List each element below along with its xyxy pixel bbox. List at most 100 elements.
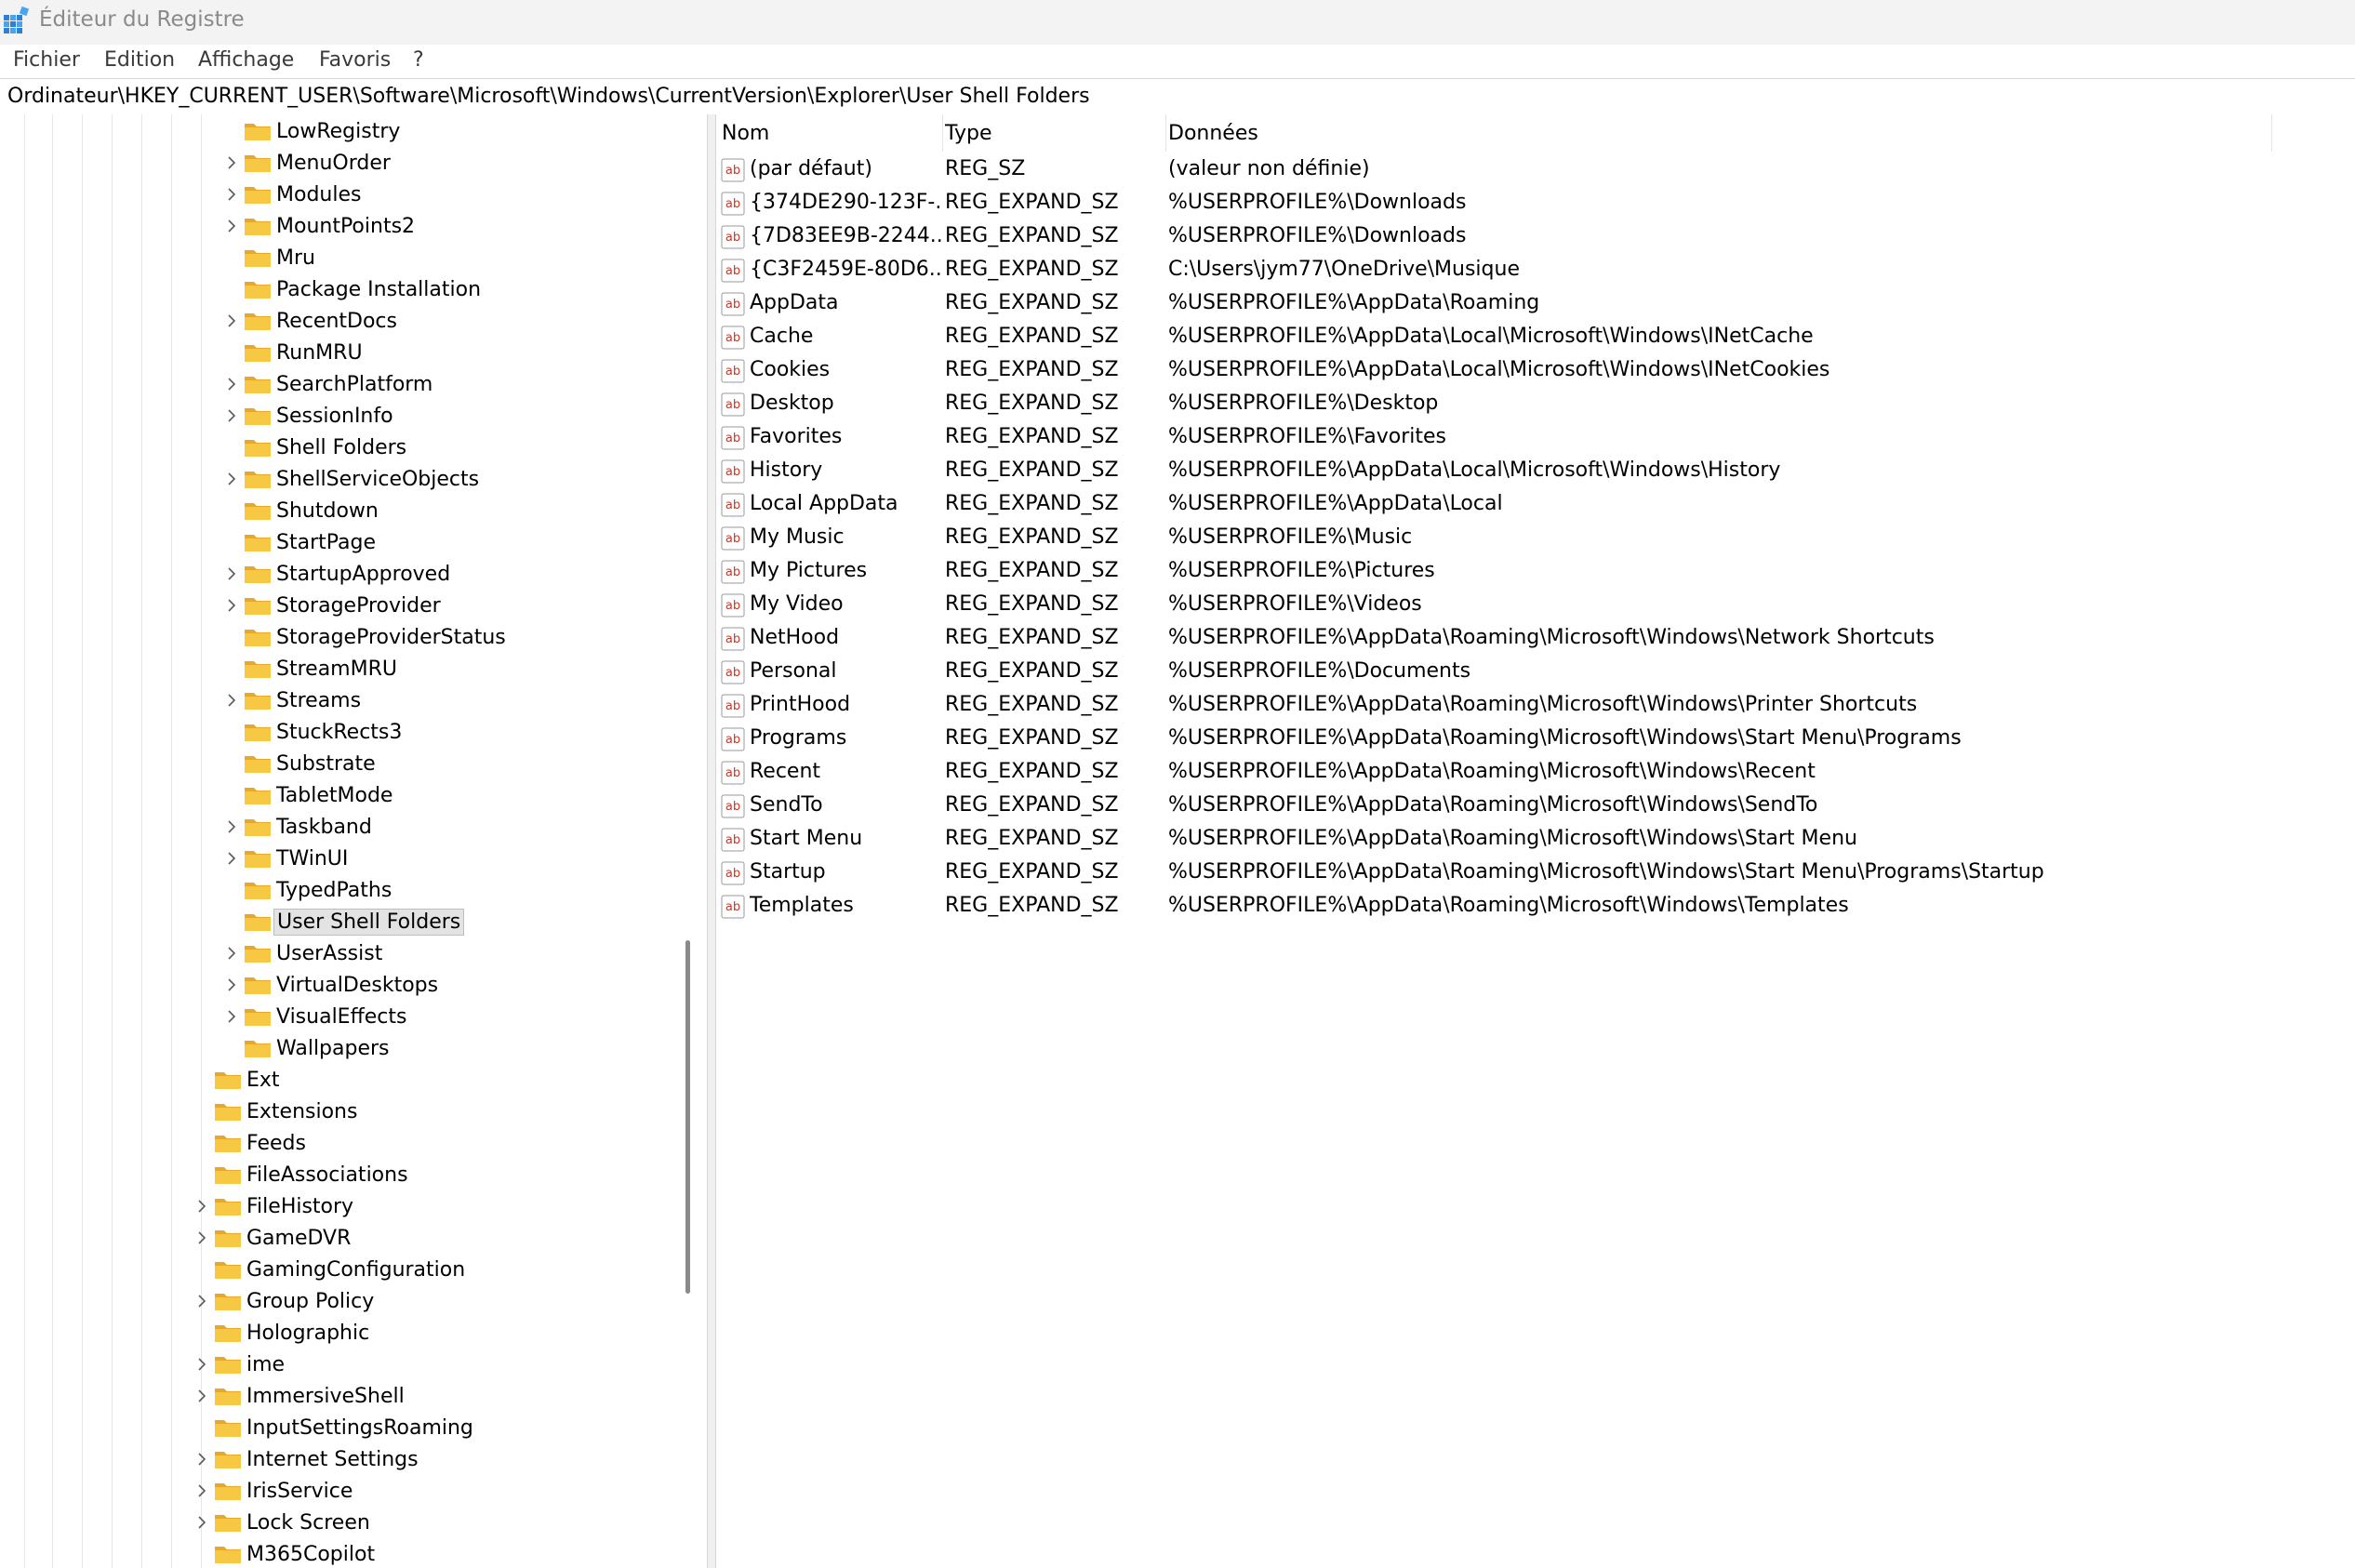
tree-item[interactable]: StorageProvider [0,591,698,622]
menu-favoris[interactable]: Favoris [319,48,391,72]
tree-item[interactable]: FileHistory [0,1191,698,1223]
value-row[interactable]: ab Startup REG_EXPAND_SZ %USERPROFILE%\AppD… [716,857,2355,890]
tree-item[interactable]: MenuOrder [0,148,698,179]
tree-item[interactable]: Shutdown [0,496,698,527]
value-row[interactable]: ab Programs REG_EXPAND_SZ %USERPROFILE%\App… [716,723,2355,756]
tree-item[interactable]: Taskband [0,812,698,844]
tree-item[interactable]: ImmersiveShell [0,1381,698,1413]
chevron-right-icon[interactable] [225,1007,238,1026]
tree-item[interactable]: Substrate [0,749,698,780]
column-separator[interactable] [1165,114,1166,152]
tree-item[interactable]: Shell Folders [0,432,698,464]
chevron-right-icon[interactable] [225,976,238,994]
tree-item[interactable]: Mru [0,243,698,274]
chevron-right-icon[interactable] [225,312,238,330]
tree-item[interactable]: Streams [0,685,698,717]
chevron-right-icon[interactable] [195,1450,208,1468]
value-row[interactable]: ab My Video REG_EXPAND_SZ %USERPROFILE%\Vid… [716,589,2355,622]
tree-item[interactable]: MountPoints2 [0,211,698,243]
value-row[interactable]: ab AppData REG_EXPAND_SZ %USERPROFILE%\AppD… [716,287,2355,321]
chevron-right-icon[interactable] [195,1292,208,1310]
tree-item[interactable]: Package Installation [0,274,698,306]
value-row[interactable]: ab My Pictures REG_EXPAND_SZ %USERPROFILE%\… [716,555,2355,589]
value-row[interactable]: ab Recent REG_EXPAND_SZ %USERPROFILE%\AppDa… [716,756,2355,790]
tree-item[interactable]: VirtualDesktops [0,970,698,1002]
value-row[interactable]: ab SendTo REG_EXPAND_SZ %USERPROFILE%\AppDa… [716,790,2355,823]
tree-item[interactable]: GameDVR [0,1223,698,1255]
tree-item[interactable]: ShellServiceObjects [0,464,698,496]
tree-item[interactable]: VisualEffects [0,1002,698,1033]
tree-item[interactable]: LowRegistry [0,116,698,148]
key-tree[interactable]: LowRegistry MenuOrder Modules MountPoints2 M… [0,114,707,1568]
column-header-type[interactable]: Type [945,114,992,152]
chevron-right-icon[interactable] [225,596,238,615]
value-row[interactable]: ab NetHood REG_EXPAND_SZ %USERPROFILE%\AppD… [716,622,2355,656]
tree-item[interactable]: M365Copilot [0,1539,698,1568]
column-separator[interactable] [942,114,943,152]
tree-item[interactable]: RecentDocs [0,306,698,338]
tree-item[interactable]: FileAssociations [0,1160,698,1191]
chevron-right-icon[interactable] [225,375,238,393]
tree-item[interactable]: StuckRects3 [0,717,698,749]
chevron-right-icon[interactable] [225,817,238,836]
tree-item[interactable]: InputSettingsRoaming [0,1413,698,1444]
tree-item[interactable]: StartPage [0,527,698,559]
tree-item[interactable]: Ext [0,1065,698,1096]
tree-item[interactable]: StorageProviderStatus [0,622,698,654]
tree-item[interactable]: SessionInfo [0,401,698,432]
value-row[interactable]: ab Cache REG_EXPAND_SZ %USERPROFILE%\AppDat… [716,321,2355,354]
menu-affichage[interactable]: Affichage [198,48,294,72]
tree-item[interactable]: UserAssist [0,938,698,970]
chevron-right-icon[interactable] [195,1513,208,1532]
column-header-nom[interactable]: Nom [722,114,769,152]
value-row[interactable]: ab PrintHood REG_EXPAND_SZ %USERPROFILE%\Ap… [716,689,2355,723]
value-row[interactable]: ab (par défaut) REG_SZ (valeur non définie) [716,153,2355,187]
tree-item[interactable]: Modules [0,179,698,211]
value-row[interactable]: ab My Music REG_EXPAND_SZ %USERPROFILE%\Mus… [716,522,2355,555]
pane-splitter[interactable] [707,114,716,1568]
chevron-right-icon[interactable] [225,470,238,488]
value-row[interactable]: ab Desktop REG_EXPAND_SZ %USERPROFILE%\Desk… [716,388,2355,421]
value-row[interactable]: ab Favorites REG_EXPAND_SZ %USERPROFILE%\Fa… [716,421,2355,455]
chevron-right-icon[interactable] [195,1229,208,1247]
menu-help[interactable]: ? [413,48,424,72]
chevron-right-icon[interactable] [225,217,238,235]
chevron-right-icon[interactable] [225,691,238,710]
tree-item[interactable]: Internet Settings [0,1444,698,1476]
chevron-right-icon[interactable] [225,944,238,963]
address-bar[interactable]: Ordinateur\HKEY_CURRENT_USER\Software\Mi… [0,78,2355,115]
value-row[interactable]: ab History REG_EXPAND_SZ %USERPROFILE%\AppD… [716,455,2355,488]
menu-fichier[interactable]: Fichier [13,48,80,72]
tree-item[interactable]: StartupApproved [0,559,698,591]
tree-item[interactable]: IrisService [0,1476,698,1508]
chevron-right-icon[interactable] [225,849,238,868]
chevron-right-icon[interactable] [195,1197,208,1216]
values-list[interactable]: Nom Type Données ab (par défaut) REG_SZ (va… [716,114,2355,1568]
tree-item[interactable]: Wallpapers [0,1033,698,1065]
column-separator[interactable] [2271,114,2272,152]
tree-item[interactable]: SearchPlatform [0,369,698,401]
chevron-right-icon[interactable] [195,1387,208,1405]
chevron-right-icon[interactable] [225,565,238,583]
value-row[interactable]: ab Templates REG_EXPAND_SZ %USERPROFILE%\Ap… [716,890,2355,924]
address-path[interactable]: Ordinateur\HKEY_CURRENT_USER\Software\Mi… [7,85,1090,108]
tree-item[interactable]: Group Policy [0,1286,698,1318]
chevron-right-icon[interactable] [225,153,238,172]
value-row[interactable]: ab Cookies REG_EXPAND_SZ %USERPROFILE%\AppD… [716,354,2355,388]
column-header-donnees[interactable]: Données [1168,114,1258,152]
tree-item[interactable]: RunMRU [0,338,698,369]
tree-item[interactable]: StreamMRU [0,654,698,685]
chevron-right-icon[interactable] [225,185,238,204]
value-row[interactable]: ab Local AppData REG_EXPAND_SZ %USERPROFILE… [716,488,2355,522]
tree-item[interactable]: Lock Screen [0,1508,698,1539]
value-row[interactable]: ab {C3F2459E-80D6... REG_EXPAND_SZ C:\Users… [716,254,2355,287]
chevron-right-icon[interactable] [195,1482,208,1500]
tree-item[interactable]: Feeds [0,1128,698,1160]
tree-item[interactable]: ime [0,1349,698,1381]
tree-item[interactable]: Extensions [0,1096,698,1128]
tree-item[interactable]: User Shell Folders [0,907,698,938]
value-row[interactable]: ab Start Menu REG_EXPAND_SZ %USERPROFILE%\A… [716,823,2355,857]
value-row[interactable]: ab {374DE290-123F-... REG_EXPAND_SZ %USERPR… [716,187,2355,220]
tree-item[interactable]: TypedPaths [0,875,698,907]
tree-item[interactable]: TabletMode [0,780,698,812]
